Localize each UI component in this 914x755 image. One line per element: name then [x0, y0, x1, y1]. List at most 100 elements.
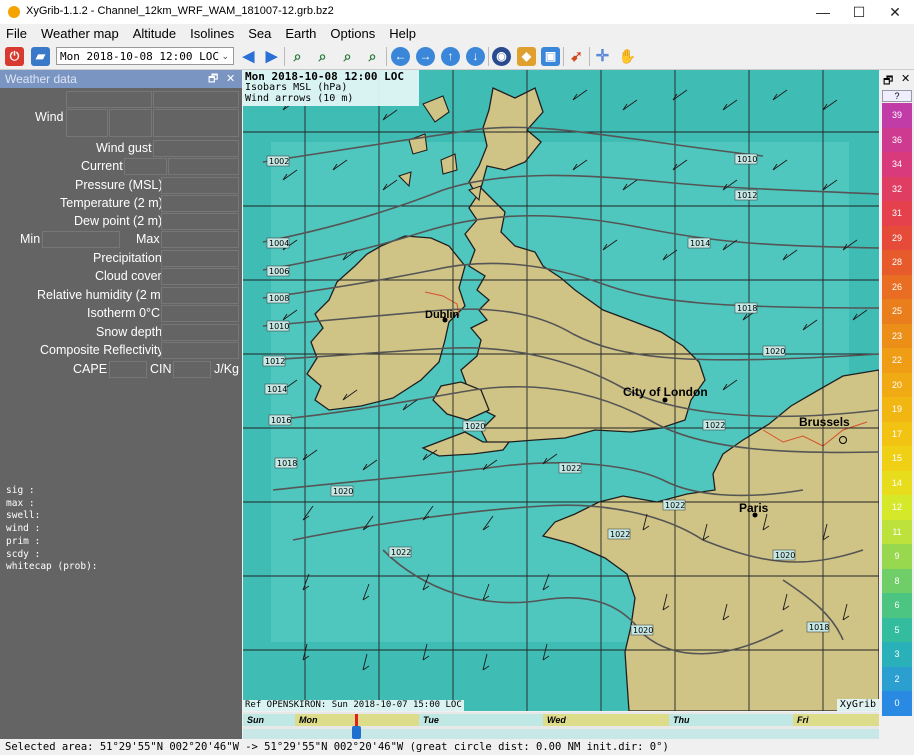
pan-right-icon[interactable]: →	[416, 47, 435, 66]
weather-data-panel: Weather data 🗗 ✕ Wind Wind gust Current …	[0, 70, 242, 739]
date-select-value: Mon 2018-10-08 12:00 LOC	[60, 50, 219, 63]
svg-text:1010: 1010	[737, 155, 757, 164]
rocket-icon[interactable]: ➹	[567, 47, 586, 66]
isobar-label-1010: 1010	[734, 153, 757, 165]
map-info-overlay: Mon 2018-10-08 12:00 LOC Isobars MSL (hP…	[243, 70, 419, 106]
scale-swatch: 9	[882, 544, 912, 569]
weather-map[interactable]: 1002 1004 1006 1008 1010 1012 1014 1016 …	[243, 70, 879, 711]
isobar-label-1012: 1012	[262, 355, 285, 367]
overlay-isobars: Isobars MSL (hPa)	[245, 82, 348, 93]
menu-sea[interactable]: Sea	[241, 24, 278, 41]
scale-swatch: 3	[882, 642, 912, 667]
toolbar-separator	[386, 47, 387, 66]
svg-text:1022: 1022	[561, 464, 581, 473]
humidity-label: Relative humidity (2 m)	[37, 288, 165, 302]
hand-icon[interactable]: ✋	[618, 47, 637, 66]
pan-down-icon[interactable]: ↓	[466, 47, 485, 66]
value-cell	[161, 268, 239, 285]
close-icon[interactable]: ✕	[226, 70, 235, 88]
crosshair-icon[interactable]: ✛	[593, 47, 612, 66]
menu-earth[interactable]: Earth	[278, 24, 323, 41]
timeline-day-sun: Sun	[243, 714, 295, 726]
quit-icon[interactable]: ⏻	[5, 47, 24, 66]
zoom-in-icon[interactable]: ⌕	[288, 47, 307, 66]
max-label: Max	[136, 232, 160, 246]
toolbar-separator	[284, 47, 285, 66]
download-icon[interactable]: ◆	[517, 47, 536, 66]
menu-altitude[interactable]: Altitude	[126, 24, 183, 41]
menu-help[interactable]: Help	[382, 24, 423, 41]
float-icon[interactable]: 🗗	[208, 70, 218, 88]
wind-row: Wind	[2, 109, 240, 137]
date-select[interactable]: Mon 2018-10-08 12:00 LOC ⌄	[56, 47, 234, 65]
server-icon[interactable]: ▣	[541, 47, 560, 66]
scale-swatch: 25	[882, 299, 912, 324]
scale-swatch: 19	[882, 397, 912, 422]
timeline-days: Sun Mon Tue Wed Thu Fri	[243, 714, 879, 726]
london-label: City of London	[623, 385, 708, 399]
isobar-label-1014: 1014	[687, 237, 710, 249]
timeline-track[interactable]	[243, 726, 879, 739]
header-row	[2, 91, 240, 108]
timeline-slider-handle[interactable]	[352, 726, 361, 739]
isobar-label-1020: 1020	[330, 485, 353, 497]
wave-swell-line: swell:	[6, 510, 41, 522]
cloud-cover-label: Cloud cover	[95, 269, 162, 283]
toolbar: ⏻ ▰ Mon 2018-10-08 12:00 LOC ⌄ ◀ ▶ ⌕ ⌕ ⌕…	[0, 44, 914, 70]
menu-weather-map[interactable]: Weather map	[34, 24, 126, 41]
timeline-day-wed: Wed	[543, 714, 669, 726]
maximize-button[interactable]: ☐	[840, 0, 878, 24]
scale-swatch: 28	[882, 250, 912, 275]
close-icon[interactable]: ✕	[901, 72, 910, 85]
pan-left-icon[interactable]: ←	[391, 47, 410, 66]
pan-up-icon[interactable]: ↑	[441, 47, 460, 66]
isobar-label-1014: 1014	[264, 383, 287, 395]
float-icon[interactable]: 🗗	[883, 72, 893, 91]
menu-isolines[interactable]: Isolines	[183, 24, 241, 41]
snow-depth-label: Snow depth	[96, 325, 163, 339]
svg-text:1022: 1022	[705, 421, 725, 430]
scale-swatch: 39	[882, 103, 912, 128]
window-title: XyGrib-1.1.2 - Channel_12km_WRF_WAM_1810…	[26, 5, 334, 17]
scale-swatch: 5	[882, 617, 912, 642]
svg-text:1012: 1012	[265, 357, 285, 366]
scale-swatch: 17	[882, 421, 912, 446]
value-cell	[153, 91, 239, 108]
svg-text:1006: 1006	[269, 267, 289, 276]
timeline[interactable]: Sun Mon Tue Wed Thu Fri	[243, 712, 879, 739]
pressure-row: Pressure (MSL)	[2, 177, 240, 194]
menu-options[interactable]: Options	[323, 24, 382, 41]
close-button[interactable]: ✕	[876, 0, 914, 24]
scale-header: 🗗 ✕	[880, 70, 914, 89]
svg-text:1018: 1018	[809, 623, 829, 632]
menu-file[interactable]: File	[0, 24, 34, 41]
globe-icon[interactable]: ◉	[492, 47, 511, 66]
zoom-fit-icon[interactable]: ⌕	[363, 47, 382, 66]
isobar-label-1022: 1022	[662, 499, 685, 511]
next-date-icon[interactable]: ▶	[262, 47, 281, 66]
minimize-button[interactable]: —	[804, 0, 842, 24]
wave-whitecap-line: whitecap (prob):	[6, 561, 98, 573]
value-cell	[66, 109, 108, 137]
scale-swatch: 0	[882, 691, 912, 716]
brussels-label: Brussels	[799, 415, 850, 429]
overlay-date: Mon 2018-10-08 12:00 LOC	[245, 70, 404, 83]
status-bar: Selected area: 51°29'55"N 002°20'46"W ->…	[0, 740, 914, 755]
isobar-label-1020: 1020	[772, 549, 795, 561]
toolbar-separator	[589, 47, 590, 66]
app-icon	[8, 6, 20, 18]
title-bar: XyGrib-1.1.2 - Channel_12km_WRF_WAM_1810…	[0, 0, 914, 25]
zoom-out-icon[interactable]: ⌕	[313, 47, 332, 66]
scale-unknown-cell: ?	[882, 90, 912, 102]
isobar-label-1020: 1020	[462, 420, 485, 432]
menu-bar: File Weather map Altitude Isolines Sea Earth O…	[0, 24, 914, 44]
previous-date-icon[interactable]: ◀	[239, 47, 258, 66]
svg-text:1020: 1020	[465, 422, 485, 431]
isotherm-label: Isotherm 0°C	[87, 306, 161, 320]
chevron-down-icon: ⌄	[221, 52, 229, 62]
isobar-label-1022: 1022	[558, 462, 581, 474]
cape-cin-row: CAPE CIN J/Kg	[2, 361, 240, 378]
open-file-icon[interactable]: ▰	[31, 47, 50, 66]
zoom-area-icon[interactable]: ⌕	[338, 47, 357, 66]
svg-text:1020: 1020	[333, 487, 353, 496]
